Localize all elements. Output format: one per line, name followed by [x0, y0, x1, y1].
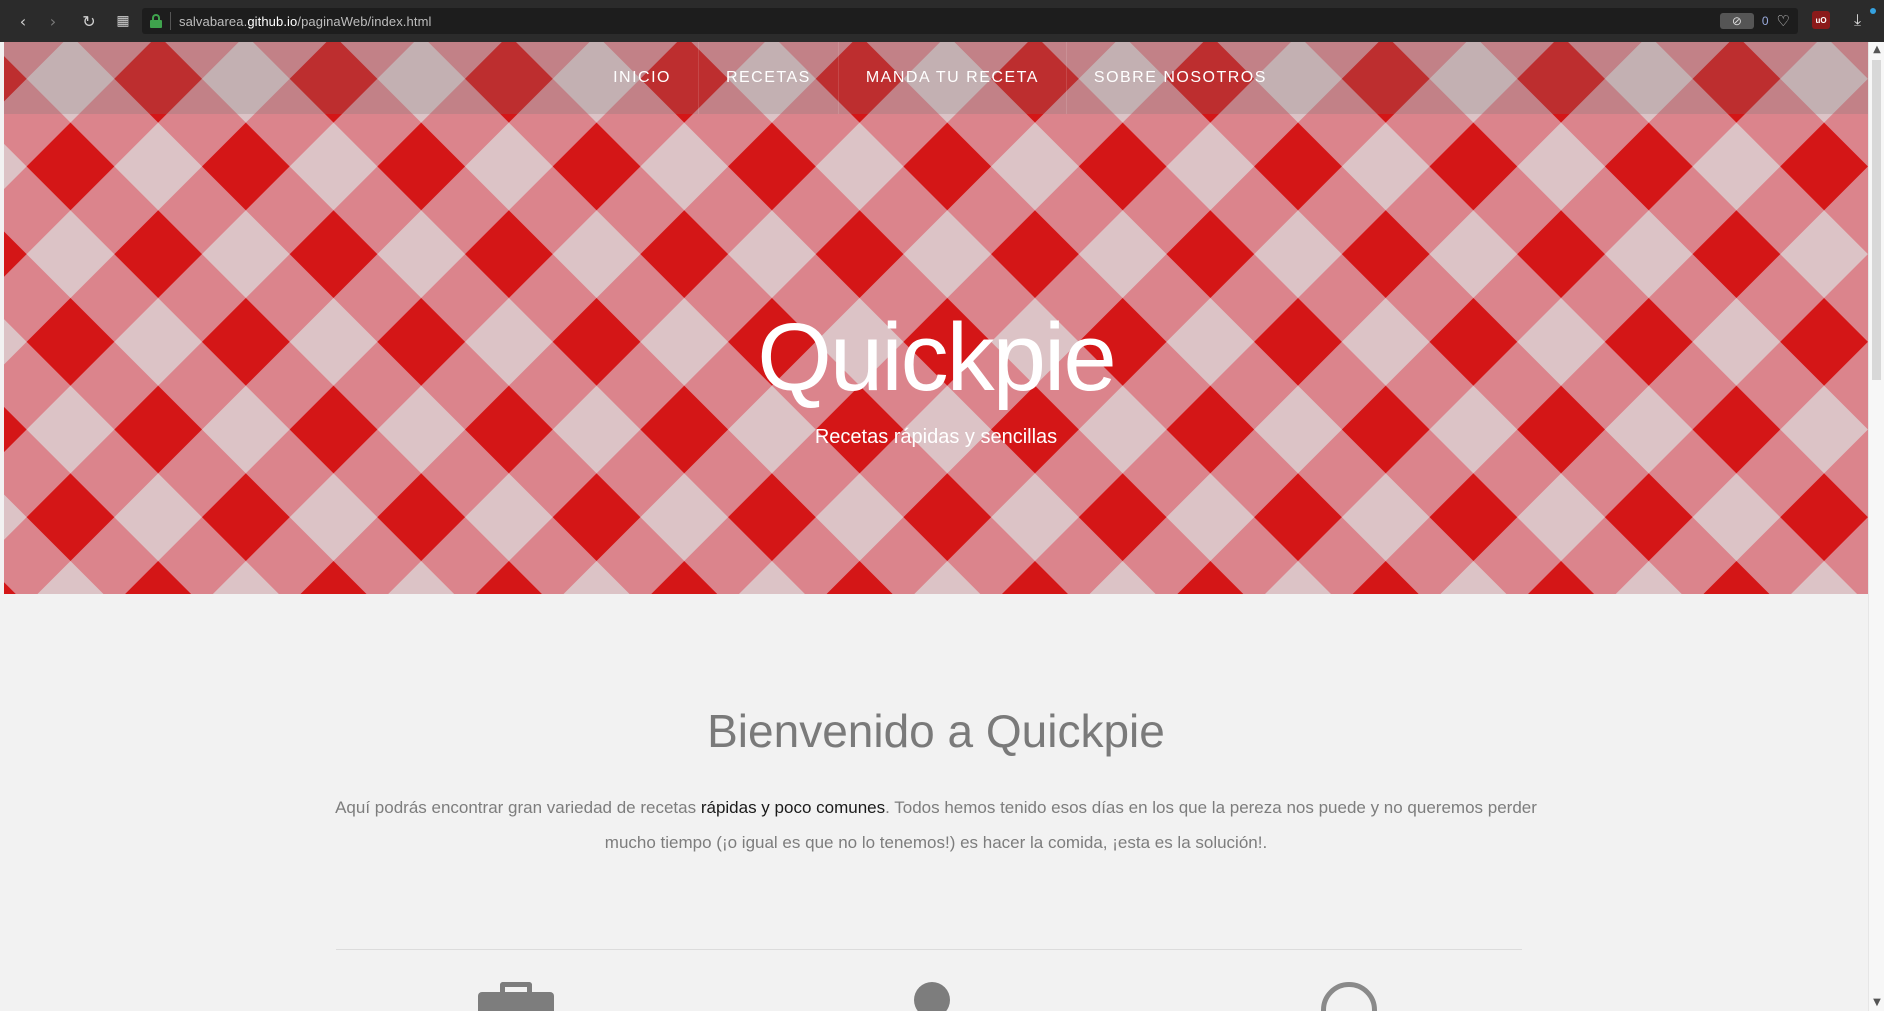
speed-dial-icon[interactable]: ▦ — [110, 8, 136, 34]
globe-icon — [1321, 982, 1377, 1011]
nav-item-inicio[interactable]: INICIO — [586, 42, 699, 114]
nav-item-sobre-nosotros[interactable]: SOBRE NOSOTROS — [1067, 42, 1294, 114]
scroll-thumb[interactable] — [1872, 60, 1881, 380]
blocked-count: 0 — [1761, 14, 1769, 28]
hero-title: Quickpie — [757, 304, 1117, 411]
url-path: /paginaWeb/index.html — [297, 13, 432, 29]
address-separator — [170, 12, 171, 30]
briefcase-icon — [478, 982, 554, 1011]
section-divider — [336, 949, 1522, 950]
intro-paragraph: Aquí podrás encontrar gran variedad de r… — [334, 790, 1538, 860]
bookmark-heart-icon[interactable]: ♡ — [1777, 12, 1790, 30]
welcome-section: Bienvenido a Quickpie Aquí podrás encont… — [4, 594, 1868, 1011]
scroll-down-icon[interactable]: ▼ — [1871, 997, 1883, 1009]
url-text[interactable]: salvabarea.github.io/paginaWeb/index.htm… — [179, 14, 431, 29]
reload-icon[interactable]: ↻ — [76, 8, 102, 34]
download-icon[interactable]: ⤓ — [1854, 10, 1861, 30]
web-page: INICIO RECETAS MANDA TU RECETA SOBRE NOS… — [4, 42, 1868, 1011]
back-icon[interactable]: ‹ — [10, 8, 36, 34]
clock-icon — [914, 982, 950, 1011]
main-navbar: INICIO RECETAS MANDA TU RECETA SOBRE NOS… — [4, 42, 1868, 114]
tracking-block-icon[interactable]: ⊘ — [1719, 13, 1754, 29]
forward-icon[interactable]: › — [40, 8, 66, 34]
page-scrollbar[interactable]: ▲ ▼ — [1868, 42, 1884, 1011]
welcome-heading: Bienvenido a Quickpie — [707, 705, 1165, 757]
url-host: github.io — [247, 13, 298, 29]
url-prefix: salvabarea. — [179, 13, 248, 29]
address-bar[interactable]: salvabarea.github.io/paginaWeb/index.htm… — [142, 8, 1798, 34]
hero-section: INICIO RECETAS MANDA TU RECETA SOBRE NOS… — [4, 42, 1868, 594]
hero-subtitle: Recetas rápidas y sencillas — [814, 426, 1058, 448]
lock-icon — [150, 14, 162, 28]
intro-text-start: Aquí podrás encontrar gran variedad de r… — [335, 798, 701, 817]
ublock-extension-icon[interactable]: uO — [1812, 11, 1830, 29]
scroll-up-icon[interactable]: ▲ — [1871, 44, 1883, 56]
intro-highlight: rápidas y poco comunes — [700, 798, 886, 817]
download-indicator-dot — [1870, 8, 1876, 14]
nav-item-manda-tu-receta[interactable]: MANDA TU RECETA — [839, 42, 1067, 114]
nav-item-recetas[interactable]: RECETAS — [699, 42, 839, 114]
extension-badge: uO — [1815, 15, 1827, 25]
